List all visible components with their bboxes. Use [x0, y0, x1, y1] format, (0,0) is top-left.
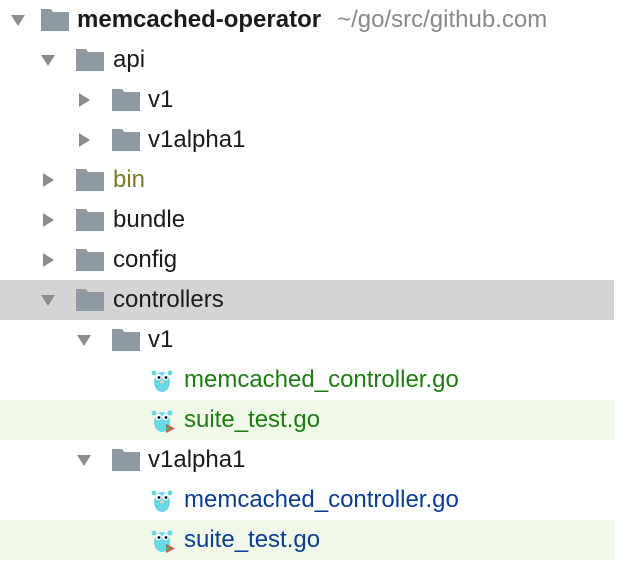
- gopher-icon: [150, 367, 174, 393]
- triangle-down-icon[interactable]: [76, 332, 92, 348]
- triangle-down-icon[interactable]: [10, 12, 26, 28]
- tree-item-label: v1: [148, 86, 174, 113]
- triangle-down-icon[interactable]: [76, 452, 92, 468]
- folder-icon: [112, 89, 140, 111]
- tree-item-label: api: [113, 46, 146, 73]
- triangle-right-icon[interactable]: [76, 132, 92, 148]
- gopher-icon: [150, 487, 174, 513]
- tree-item-label: config: [113, 246, 178, 273]
- tree-item-label: memcached_controller.go: [184, 366, 459, 393]
- triangle-down-icon[interactable]: [40, 52, 56, 68]
- tree-row-file[interactable]: suite_test.go: [0, 400, 614, 440]
- tree-row-api-v1[interactable]: v1: [0, 80, 614, 120]
- tree-item-label: suite_test.go: [184, 526, 321, 553]
- tree-row-bundle[interactable]: bundle: [0, 200, 614, 240]
- tree-item-label: memcached_controller.go: [184, 486, 459, 513]
- tree-row-controllers-v1alpha1[interactable]: v1alpha1: [0, 440, 614, 480]
- tree-row-partial[interactable]: [0, 560, 614, 568]
- folder-icon: [112, 129, 140, 151]
- tree-item-label: v1alpha1: [148, 126, 246, 153]
- triangle-right-icon[interactable]: [40, 252, 56, 268]
- tree-item-label: v1alpha1: [148, 446, 246, 473]
- triangle-right-icon[interactable]: [40, 212, 56, 228]
- gopher-test-icon: [150, 407, 176, 433]
- tree-item-label: suite_test.go: [184, 406, 321, 433]
- folder-icon: [112, 329, 140, 351]
- tree-item-label: controllers: [113, 286, 224, 313]
- tree-item-label: bundle: [113, 206, 186, 233]
- tree-row-root[interactable]: memcached-operator ~/go/src/github.com: [0, 0, 614, 40]
- gopher-test-icon: [150, 527, 176, 553]
- folder-icon: [76, 169, 104, 191]
- tree-row-api[interactable]: api: [0, 40, 614, 80]
- panel-edge: [614, 0, 628, 568]
- tree-item-label: bin: [113, 166, 146, 193]
- tree-row-api-v1alpha1[interactable]: v1alpha1: [0, 120, 614, 160]
- folder-icon: [76, 49, 104, 71]
- tree-row-file[interactable]: memcached_controller.go: [0, 480, 614, 520]
- tree-row-controllers[interactable]: controllers: [0, 280, 614, 320]
- folder-icon: [76, 289, 104, 311]
- folder-icon: [76, 209, 104, 231]
- triangle-right-icon[interactable]: [76, 92, 92, 108]
- tree-row-file[interactable]: suite_test.go: [0, 520, 614, 560]
- root-project-label: memcached-operator ~/go/src/github.com: [77, 0, 547, 40]
- triangle-down-icon[interactable]: [40, 292, 56, 308]
- triangle-right-icon[interactable]: [40, 172, 56, 188]
- tree-row-bin[interactable]: bin: [0, 160, 614, 200]
- folder-icon: [41, 9, 69, 31]
- folder-icon: [76, 249, 104, 271]
- root-path: ~/go/src/github.com: [337, 6, 548, 33]
- tree-row-controllers-v1[interactable]: v1: [0, 320, 614, 360]
- project-tree: memcached-operator ~/go/src/github.com ap…: [0, 0, 628, 568]
- folder-icon: [112, 449, 140, 471]
- tree-row-config[interactable]: config: [0, 240, 614, 280]
- tree-item-label: v1: [148, 326, 174, 353]
- tree-row-file[interactable]: memcached_controller.go: [0, 360, 614, 400]
- root-name: memcached-operator: [77, 6, 322, 33]
